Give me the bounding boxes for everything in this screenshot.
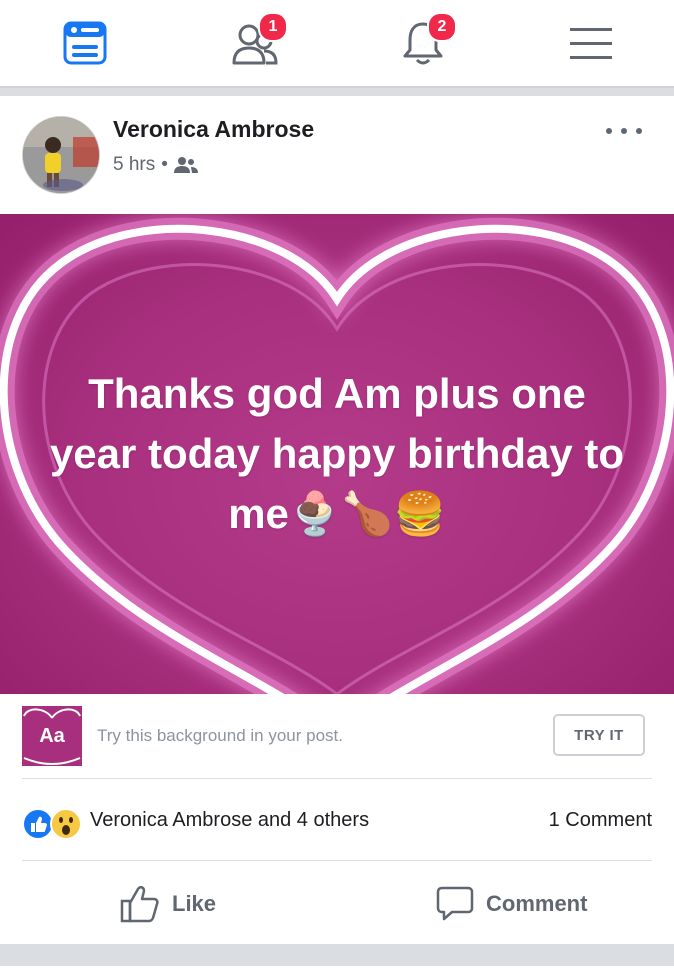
like-label: Like xyxy=(172,891,217,916)
notifications-tab[interactable]: 2 xyxy=(363,0,483,86)
post-card: Veronica Ambrose 5 hrs • Thanks god Am p… xyxy=(0,96,674,944)
news-feed-icon xyxy=(63,21,107,65)
author-name[interactable]: Veronica Ambrose xyxy=(113,116,314,143)
thumbs-up-icon xyxy=(120,886,159,923)
next-post-card-edge xyxy=(0,966,674,974)
menu-icon xyxy=(570,28,612,59)
like-button[interactable]: Like xyxy=(120,866,216,942)
thumbnail-label: Aa xyxy=(39,724,65,747)
post-time[interactable]: 5 hrs xyxy=(113,154,155,176)
notifications-badge: 2 xyxy=(427,12,457,42)
post-actions: Like Comment xyxy=(0,866,674,942)
try-it-button[interactable]: TRY IT xyxy=(553,714,645,756)
more-dot-icon xyxy=(621,128,627,134)
comment-count[interactable]: 1 Comment xyxy=(549,809,652,832)
meta-separator: • xyxy=(161,154,168,175)
news-feed-tab[interactable] xyxy=(25,0,145,86)
comment-label: Comment xyxy=(486,891,588,916)
reaction-icons[interactable] xyxy=(22,808,82,840)
post-text: Thanks god Am plus one year today happy … xyxy=(49,370,625,537)
try-background-label: Try this background in your post. xyxy=(97,726,343,745)
background-post[interactable]: Thanks god Am plus one year today happy … xyxy=(0,214,674,694)
try-background-row: Aa Try this background in your post. TRY… xyxy=(22,706,652,779)
reactions-bar: Veronica Ambrose and 4 others 1 Comment xyxy=(22,796,652,861)
more-dot-icon xyxy=(606,128,612,134)
top-navigation-bar: 1 2 xyxy=(0,0,674,88)
author-avatar[interactable] xyxy=(22,116,100,194)
post-options-button[interactable] xyxy=(606,122,642,140)
friends-badge: 1 xyxy=(258,12,288,42)
comment-bubble-icon xyxy=(436,886,474,921)
reaction-names[interactable]: Veronica Ambrose and 4 others xyxy=(90,809,369,832)
more-dot-icon xyxy=(636,128,642,134)
menu-tab[interactable] xyxy=(531,0,651,86)
friends-audience-icon xyxy=(173,157,198,173)
friends-tab[interactable]: 1 xyxy=(195,0,315,86)
background-thumbnail[interactable]: Aa xyxy=(22,706,82,766)
comment-button[interactable]: Comment xyxy=(436,866,587,942)
post-meta: 5 hrs • xyxy=(113,154,198,176)
wow-reaction-icon xyxy=(50,808,82,840)
